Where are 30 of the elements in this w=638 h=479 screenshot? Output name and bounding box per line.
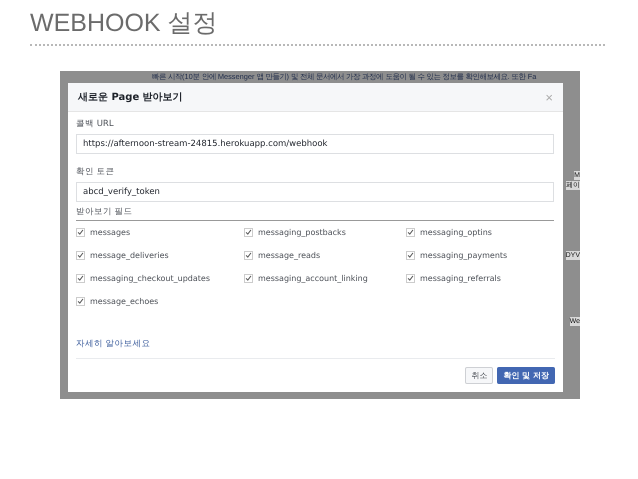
cancel-button[interactable]: 취소 <box>465 367 494 384</box>
checkbox-option[interactable]: messaging_checkout_updates <box>76 271 244 285</box>
field-label: 확인 토큰 <box>76 166 116 178</box>
token-input-field[interactable]: abcd_verify_token <box>76 182 554 202</box>
checkbox-option[interactable]: messages <box>76 225 244 239</box>
checkbox[interactable] <box>406 250 415 260</box>
checkbox-option[interactable]: messaging_referrals <box>406 271 556 285</box>
slide-title: WEBHOOK 설정 <box>30 8 219 39</box>
section-label: 받아보기 필드 <box>76 206 134 218</box>
learn-more-link[interactable]: 자세히 알아보세요 <box>76 338 151 350</box>
dialog-title: 새로운 Page 받아보기 <box>78 91 183 104</box>
checkbox[interactable] <box>406 228 415 236</box>
field-label: 콜백 URL <box>76 118 115 130</box>
checkbox[interactable] <box>76 228 85 236</box>
checkbox-option[interactable]: message_deliveries <box>76 248 244 262</box>
checkbox[interactable] <box>76 274 85 282</box>
confirm-save-button[interactable]: 확인 및 저장 <box>497 367 555 384</box>
checkbox-option[interactable]: message_echoes <box>76 294 244 308</box>
checkbox-option[interactable]: messaging_payments <box>406 248 556 262</box>
checkbox[interactable] <box>76 250 85 260</box>
checkbox[interactable] <box>76 296 85 306</box>
checkbox-option[interactable]: messaging_account_linking <box>244 271 406 285</box>
checkbox[interactable] <box>406 274 415 282</box>
checkbox-option[interactable]: message_reads <box>244 248 406 262</box>
url-input-field[interactable]: https://afternoon-stream-24815.herokuapp.com/webhook <box>76 134 554 154</box>
checkbox[interactable] <box>244 250 253 260</box>
checkbox-option[interactable]: messaging_postbacks <box>244 225 406 239</box>
checkbox-option[interactable]: messaging_optins <box>406 225 556 239</box>
checkbox[interactable] <box>244 228 253 236</box>
checkbox[interactable] <box>244 274 253 282</box>
